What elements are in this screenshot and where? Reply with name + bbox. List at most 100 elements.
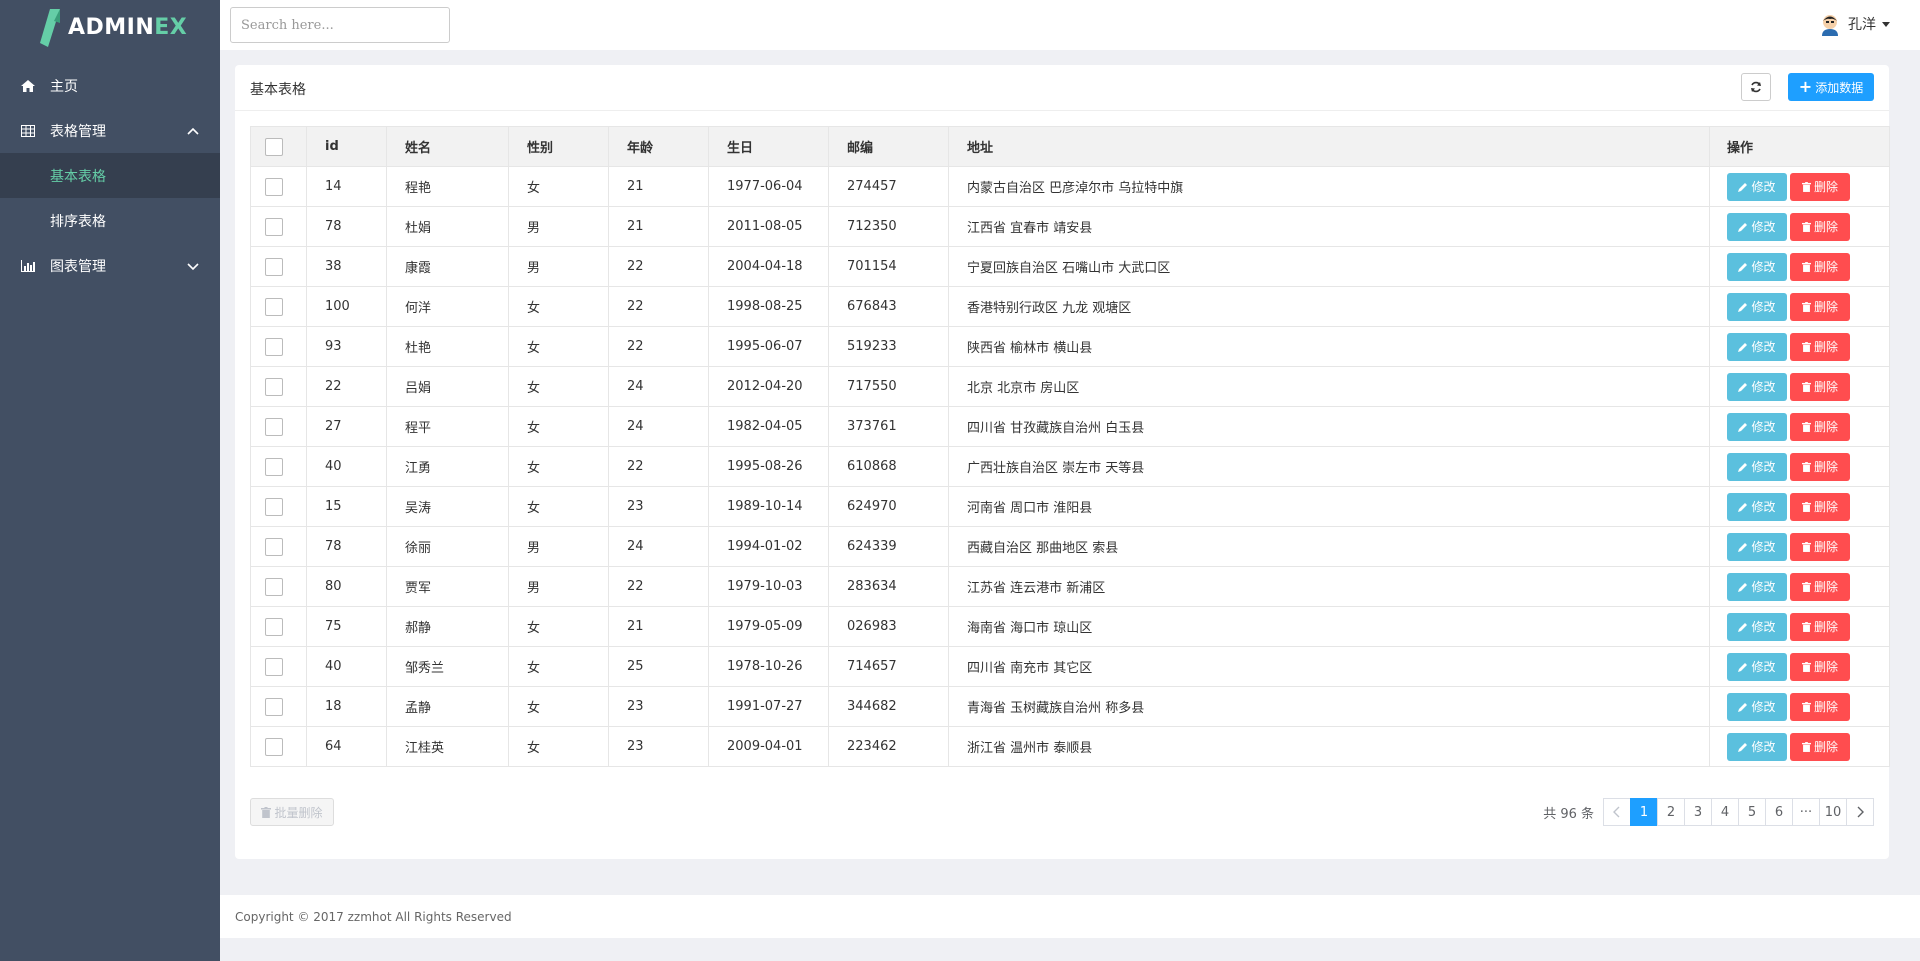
pencil-icon	[1738, 422, 1748, 432]
pencil-icon	[1738, 222, 1748, 232]
page-number-button[interactable]: 3	[1684, 798, 1712, 826]
delete-button[interactable]: 删除	[1790, 412, 1850, 441]
cell-birthday: 1994-01-02	[708, 526, 829, 567]
row-checkbox[interactable]	[265, 577, 283, 596]
chevron-right-icon	[1857, 806, 1864, 818]
edit-button[interactable]: 修改	[1727, 532, 1787, 561]
row-checkbox[interactable]	[265, 257, 283, 276]
cell-name: 康霞	[386, 246, 509, 287]
sidebar-item-chart-management[interactable]: 图表管理	[0, 243, 220, 288]
delete-button[interactable]: 删除	[1790, 292, 1850, 321]
edit-label: 修改	[1751, 220, 1776, 234]
select-all-checkbox[interactable]	[265, 137, 283, 156]
edit-button[interactable]: 修改	[1727, 452, 1787, 481]
row-checkbox[interactable]	[265, 217, 283, 236]
user-menu[interactable]: 孔洋	[1818, 12, 1890, 36]
edit-button[interactable]: 修改	[1727, 492, 1787, 521]
delete-button[interactable]: 删除	[1790, 492, 1850, 521]
delete-button[interactable]: 删除	[1790, 532, 1850, 561]
edit-button[interactable]: 修改	[1727, 412, 1787, 441]
row-checkbox[interactable]	[265, 697, 283, 716]
edit-button[interactable]: 修改	[1727, 292, 1787, 321]
column-header-sex[interactable]: 性别	[508, 126, 609, 167]
prev-page-button[interactable]	[1603, 798, 1631, 826]
row-checkbox[interactable]	[265, 377, 283, 396]
next-page-button[interactable]	[1846, 798, 1874, 826]
delete-button[interactable]: 删除	[1790, 652, 1850, 681]
table-row: 22 吕娟女 24 2012-04-20 717550 北京 北京市 房山区 修改 删除	[250, 366, 1890, 407]
sidebar-item-sort-table[interactable]: 排序表格	[0, 198, 220, 243]
pencil-icon	[1738, 382, 1748, 392]
edit-label: 修改	[1751, 500, 1776, 514]
row-checkbox[interactable]	[265, 657, 283, 676]
delete-button[interactable]: 删除	[1790, 252, 1850, 281]
page-ellipsis[interactable]: ···	[1792, 798, 1820, 826]
table-row: 78 杜娟男 21 2011-08-05 712350 江西省 宜春市 靖安县 修改 删除	[250, 206, 1890, 247]
row-actions-cell: 修改 删除	[1709, 286, 1890, 327]
trash-icon	[1801, 501, 1811, 512]
delete-button[interactable]: 删除	[1790, 572, 1850, 601]
table-row: 40 邹秀兰女 25 1978-10-26 714657 四川省 南充市 其它区 修改 删除	[250, 646, 1890, 687]
page-number-button[interactable]: 6	[1765, 798, 1793, 826]
edit-label: 修改	[1751, 460, 1776, 474]
column-header-id[interactable]: id	[306, 126, 387, 167]
logo[interactable]: ADMINEX	[0, 0, 220, 55]
page-number-button[interactable]: 1	[1630, 798, 1658, 826]
cell-zip: 676843	[828, 286, 949, 327]
edit-button[interactable]: 修改	[1727, 212, 1787, 241]
edit-button[interactable]: 修改	[1727, 332, 1787, 361]
edit-button[interactable]: 修改	[1727, 692, 1787, 721]
row-checkbox[interactable]	[265, 337, 283, 356]
delete-button[interactable]: 删除	[1790, 172, 1850, 201]
column-header-name[interactable]: 姓名	[386, 126, 509, 167]
edit-button[interactable]: 修改	[1727, 612, 1787, 641]
page-number-button[interactable]: 5	[1738, 798, 1766, 826]
column-header-age[interactable]: 年龄	[608, 126, 709, 167]
row-checkbox[interactable]	[265, 417, 283, 436]
page-number-button[interactable]: 2	[1657, 798, 1685, 826]
edit-button[interactable]: 修改	[1727, 172, 1787, 201]
row-checkbox[interactable]	[265, 497, 283, 516]
logo-text: ADMINEX	[68, 15, 188, 40]
cell-sex: 女	[508, 486, 609, 527]
delete-button[interactable]: 删除	[1790, 452, 1850, 481]
add-data-button[interactable]: + 添加数据	[1788, 73, 1874, 101]
row-actions-cell: 修改 删除	[1709, 206, 1890, 247]
column-header-address[interactable]: 地址	[948, 126, 1710, 167]
delete-button[interactable]: 删除	[1790, 212, 1850, 241]
bar-chart-icon	[20, 259, 36, 273]
edit-button[interactable]: 修改	[1727, 652, 1787, 681]
row-checkbox[interactable]	[265, 297, 283, 316]
delete-button[interactable]: 删除	[1790, 372, 1850, 401]
search-input[interactable]	[230, 7, 450, 43]
row-actions-cell: 修改 删除	[1709, 646, 1890, 687]
row-checkbox[interactable]	[265, 177, 283, 196]
cell-age: 23	[608, 686, 709, 727]
sidebar-item-table-management[interactable]: 表格管理	[0, 108, 220, 153]
cell-birthday: 1995-06-07	[708, 326, 829, 367]
refresh-button[interactable]	[1741, 73, 1771, 101]
edit-button[interactable]: 修改	[1727, 252, 1787, 281]
row-checkbox[interactable]	[265, 617, 283, 636]
delete-button[interactable]: 删除	[1790, 692, 1850, 721]
sidebar-item-home[interactable]: 主页	[0, 63, 220, 108]
page-number-button[interactable]: 4	[1711, 798, 1739, 826]
row-checkbox[interactable]	[265, 737, 283, 756]
page-number-button[interactable]: 10	[1819, 798, 1847, 826]
edit-button[interactable]: 修改	[1727, 572, 1787, 601]
trash-icon	[1801, 701, 1811, 712]
sidebar-item-basic-table[interactable]: 基本表格	[0, 153, 220, 198]
row-checkbox[interactable]	[265, 457, 283, 476]
delete-button[interactable]: 删除	[1790, 612, 1850, 641]
delete-label: 删除	[1813, 660, 1838, 674]
row-checkbox[interactable]	[265, 537, 283, 556]
batch-delete-button[interactable]: 批量删除	[250, 798, 334, 826]
delete-button[interactable]: 删除	[1790, 732, 1850, 761]
column-header-zip[interactable]: 邮编	[828, 126, 949, 167]
trash-icon	[1801, 741, 1811, 752]
cell-age: 24	[608, 526, 709, 567]
edit-button[interactable]: 修改	[1727, 732, 1787, 761]
delete-button[interactable]: 删除	[1790, 332, 1850, 361]
edit-button[interactable]: 修改	[1727, 372, 1787, 401]
column-header-birthday[interactable]: 生日	[708, 126, 829, 167]
